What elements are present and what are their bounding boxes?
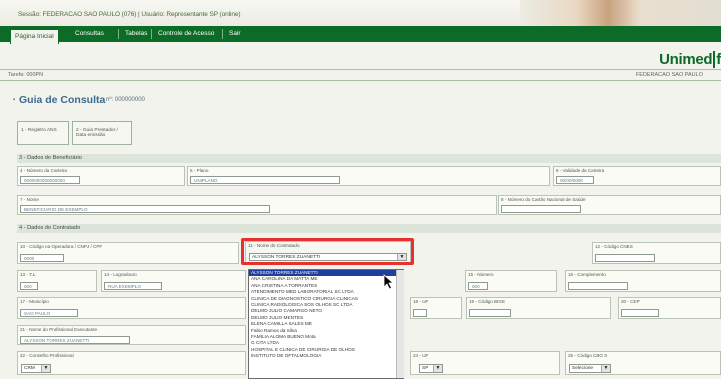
field-label: 6 - Validade da Carteira [556,168,605,173]
field-label: 17 - Município [20,299,49,304]
field-label: 8 - Número do Cartão Nacional de Saúde [501,197,586,202]
validade-carteira-input[interactable]: 00/00/0000 [556,176,594,184]
dropdown-scrollbar[interactable] [396,270,404,378]
field-label: 24 - UF [413,353,429,358]
plano-field: 5 - Plano UNIPLANO [187,166,550,186]
conselho-profissional-select[interactable]: CRM ▼ [21,364,51,373]
field-label: 7 - Nome [20,197,39,202]
unimed-logo: Unimed f [659,51,721,68]
municipio-field: 17 - Município SAO PAULO [17,297,246,319]
menu-item-sair[interactable]: Sair [229,26,241,42]
header-photo [520,0,721,26]
field-label: 15 - Número [468,272,494,277]
uf-conselho-select[interactable]: SP ▼ [419,364,443,373]
codigo-cnes-field: 12 - Código CNES [592,242,721,264]
dropdown-option[interactable]: INSTITUTO DE OFTALMOLOGIA [249,353,403,359]
codigo-ibge-field: 19 - Código IBGE [466,297,611,319]
cbo-field: 25 - Código CBO S Selecione ▼ [565,351,721,375]
field-label: 13 - T.L. [20,272,37,277]
divider [0,69,721,70]
municipio-input[interactable]: SAO PAULO [20,309,78,317]
menu-item-controle-acesso[interactable]: Controle de Acesso [158,26,214,42]
cartao-nacional-field: 8 - Número do Cartão Nacional de Saúde [498,195,721,215]
codigo-cnes-input[interactable] [595,254,655,262]
numero-field: 15 - Número 000 [465,270,557,292]
uf-conselho-field: 24 - UF SP ▼ [410,351,560,375]
field-label: 10 - Código na Operadora / CNPJ / CPF [20,244,103,249]
contratado-dropdown-list[interactable]: ALYSSON TORRES ZUANETTI ANA CAROLINA DA … [248,269,404,379]
field-label: 16 - Complemento [568,272,606,277]
menu-item-consultas[interactable]: Consultas [75,26,104,42]
cbo-select[interactable]: Selecione ▼ [569,364,611,373]
cep-input[interactable] [621,309,659,317]
field-label: 19 - Código IBGE [469,299,506,304]
chevron-down-icon[interactable]: ▼ [433,365,442,372]
menu-item-tabelas[interactable]: Tabelas [125,26,147,42]
profissional-executante-input[interactable]: ALYSSON TORRES ZUANETTI [20,336,130,344]
numero-carteira-input[interactable]: 0000000000000000 [20,176,80,184]
uf-input[interactable] [413,309,427,317]
field-label: 20 - CEP [621,299,640,304]
highlight-box [241,238,414,265]
codigo-operadora-field: 10 - Código na Operadora / CNPJ / CPF 00… [17,242,239,264]
plano-input[interactable]: UNIPLANO [190,176,340,184]
field-label: 5 - Plano [190,168,209,173]
page-title: Guia de Consulta [19,94,106,106]
task-info: Tarefa: 000PN [8,72,44,78]
profissional-executante-field: 21 - Nome do Profissional Executante ALY… [17,325,246,345]
conselho-profissional-field: 22 - Conselho Profissional CRM ▼ [17,351,246,375]
divider [0,80,721,81]
chevron-down-icon[interactable]: ▼ [41,365,50,372]
codigo-ibge-input[interactable] [469,309,511,317]
complemento-field: 16 - Complemento [565,270,721,292]
cep-field: 20 - CEP [618,297,721,319]
guide-number: nº: 000000000 [106,97,145,103]
mouse-cursor-icon [383,274,395,290]
menu-item-home[interactable]: Página Inicial [10,29,59,44]
field-label: 4 - Número da Carteira [20,168,67,173]
uf-field: 18 - UF [410,297,462,319]
complemento-input[interactable] [568,282,628,290]
federation-name: FEDERACAO SAO PAULO [635,72,703,78]
guia-prestador-field[interactable]: 2 - Guia Prestador / Data emissão [72,121,132,145]
menu-separator [118,29,119,39]
field-label: 12 - Código CNES [595,244,633,249]
validade-carteira-field: 6 - Validade da Carteira 00/00/0000 [553,166,721,186]
chevron-down-icon[interactable]: ▼ [601,365,610,372]
codigo-operadora-input[interactable]: 0000 [20,254,64,262]
logradouro-field: 14 - Logradouro RUA EXEMPLO [101,270,246,292]
tl-field: 13 - T.L. 000 [17,270,97,292]
logradouro-input[interactable]: RUA EXEMPLO [104,282,162,290]
field-label: 25 - Código CBO S [568,353,608,358]
main-menu-bar [0,26,721,42]
field-label: 14 - Logradouro [104,272,137,277]
menu-separator [222,29,223,39]
nome-beneficiario-input[interactable]: BENEFICIARIO DE EXEMPLO [20,205,270,213]
tl-input[interactable]: 000 [20,282,38,290]
field-label: 22 - Conselho Profissional [20,353,74,358]
session-info: Sessão: FEDERACAO SAO PAULO (076) | Usuá… [18,11,241,18]
registro-ans-field[interactable]: 1 - Registro ANS [17,121,69,145]
section-contratado: 4 - Dados do Contratado [17,224,721,233]
cartao-nacional-input[interactable] [501,205,581,213]
field-label: 21 - Nome do Profissional Executante [20,327,98,332]
bullet-icon: ▪ [13,97,16,103]
menu-separator [151,29,152,39]
field-label: 18 - UF [413,299,429,304]
numero-input[interactable]: 000 [468,282,488,290]
nome-beneficiario-field: 7 - Nome BENEFICIARIO DE EXEMPLO [17,195,497,215]
numero-carteira-field: 4 - Número da Carteira 0000000000000000 [17,166,185,186]
section-beneficiario: 3 - Dados do Beneficiário [17,154,721,163]
